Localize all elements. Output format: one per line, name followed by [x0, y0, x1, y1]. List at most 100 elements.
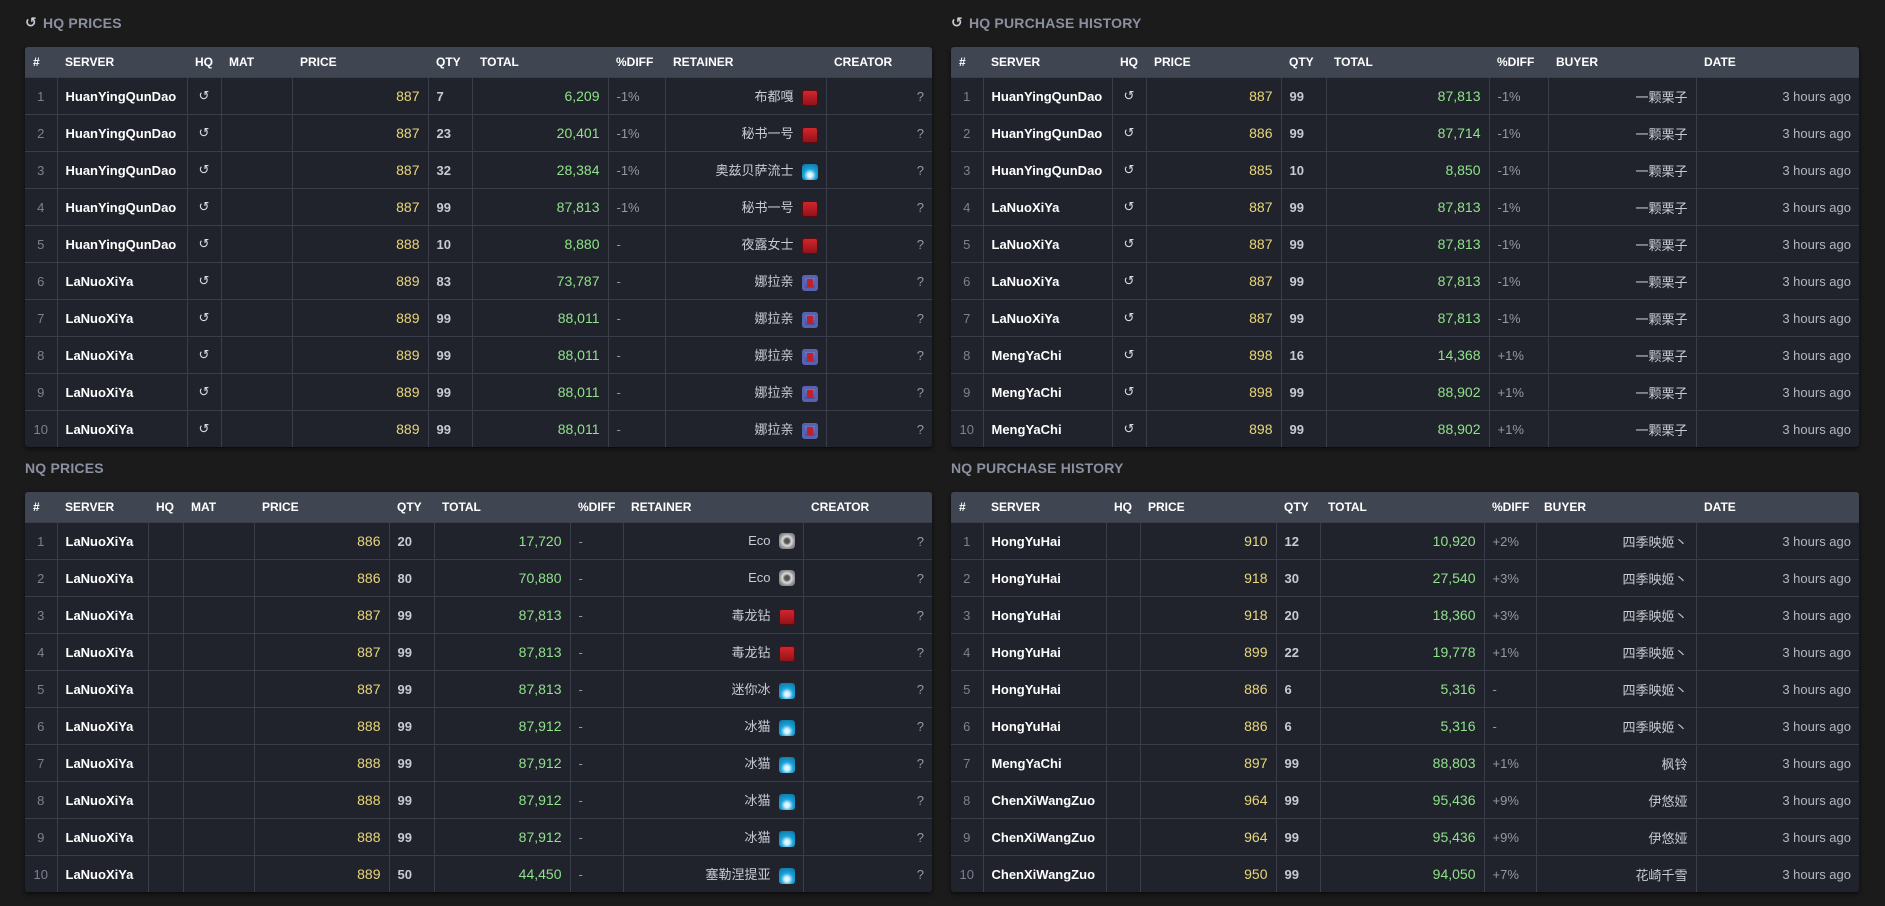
table-row[interactable]: 5 LaNuoXiYa ↺ 887 99 87,813 -1% 一颗栗子 3 hours ago — [951, 225, 1859, 263]
column-header-total[interactable]: TOTAL — [1326, 47, 1489, 78]
table-row[interactable]: 9 LaNuoXiYa 888 99 87,912- 冰猫? — [25, 818, 932, 856]
column-header-server[interactable]: SERVER — [983, 492, 1106, 523]
table-row[interactable]: 8 ChenXiWangZuo 964 99 95,436 +9% 伊悠娅 3 hours a… — [951, 781, 1859, 819]
table-row[interactable]: 6 LaNuoXiYa ↺ 889 83 73,787- 娜拉亲? — [25, 262, 932, 300]
cell-hq: ↺ — [186, 225, 221, 263]
cell-qty: 99 — [1280, 262, 1326, 300]
table-row[interactable]: 10 LaNuoXiYa 889 50 44,450- 塞勒涅提亚? — [25, 855, 932, 892]
table-row[interactable]: 4 HongYuHai 899 22 19,778 +1% 四季映姬丶 3 hours ago — [951, 633, 1859, 671]
column-header-mat[interactable]: MAT — [221, 47, 292, 78]
table-row[interactable]: 9 LaNuoXiYa ↺ 889 99 88,011- 娜拉亲? — [25, 373, 932, 411]
table-row[interactable]: 1 HuanYingQunDao ↺ 887 7 6,209 -1% 布都嘎? — [25, 77, 932, 115]
column-header-retainer[interactable]: RETAINER — [623, 492, 803, 523]
column-header-qty[interactable]: QTY — [389, 492, 434, 523]
column-header-total[interactable]: TOTAL — [1320, 492, 1484, 523]
cell-n: 2 — [25, 114, 57, 152]
cell-buyer: 一颗栗子 — [1547, 77, 1696, 115]
table-row[interactable]: 4 HuanYingQunDao ↺ 887 99 87,813 -1% 秘书一号? — [25, 188, 932, 226]
table-row[interactable]: 2 HuanYingQunDao ↺ 887 23 20,401 -1% 秘书一号? — [25, 114, 932, 152]
table-row[interactable]: 9 MengYaChi ↺ 898 99 88,902 +1% 一颗栗子 3 hours ago — [951, 373, 1859, 411]
column-header-hq[interactable]: HQ — [148, 492, 183, 523]
table-row[interactable]: 3 HongYuHai 918 20 18,360 +3% 四季映姬丶 3 hours ago — [951, 596, 1859, 634]
table-row[interactable]: 3 LaNuoXiYa 887 99 87,813- 毒龙钻? — [25, 596, 932, 634]
white-mage-class-icon — [778, 682, 795, 699]
table-row[interactable]: 6 HongYuHai 886 6 5,316- 四季映姬丶 3 hours ago — [951, 707, 1859, 745]
column-header-mat[interactable]: MAT — [183, 492, 254, 523]
table-row[interactable]: 2 HongYuHai 918 30 27,540 +3% 四季映姬丶 3 hours ago — [951, 559, 1859, 597]
column-header-total[interactable]: TOTAL — [434, 492, 570, 523]
column-header-total[interactable]: TOTAL — [472, 47, 608, 78]
table-row[interactable]: 7 LaNuoXiYa 888 99 87,912- 冰猫? — [25, 744, 932, 782]
column-header-date[interactable]: DATE — [1696, 47, 1859, 78]
column-header-n[interactable]: # — [25, 47, 57, 78]
table-row[interactable]: 9 ChenXiWangZuo 964 99 95,436 +9% 伊悠娅 3 hours a… — [951, 818, 1859, 856]
white-mage-class-icon — [801, 163, 818, 180]
cell-price: 899 — [1139, 633, 1276, 671]
table-row[interactable]: 2 HuanYingQunDao ↺ 886 99 87,714 -1% 一颗栗子 3 hour… — [951, 114, 1859, 152]
column-header-n[interactable]: # — [25, 492, 57, 523]
cell-qty: 99 — [427, 410, 472, 447]
cell-server: HuanYingQunDao — [982, 151, 1112, 189]
column-header-qty[interactable]: QTY — [428, 47, 472, 78]
column-header-price[interactable]: PRICE — [292, 47, 428, 78]
column-header-date[interactable]: DATE — [1696, 492, 1859, 523]
cell-creator: ? — [825, 373, 932, 411]
column-header-price[interactable]: PRICE — [1146, 47, 1281, 78]
table-row[interactable]: 2 LaNuoXiYa 886 80 70,880- Eco? — [25, 559, 932, 597]
column-header-n[interactable]: # — [951, 492, 983, 523]
column-header-diff[interactable]: %DIFF — [1489, 47, 1548, 78]
column-header-price[interactable]: PRICE — [254, 492, 389, 523]
table-row[interactable]: 10 ChenXiWangZuo 950 99 94,050 +7% 花崎千雪 3 hours… — [951, 855, 1859, 892]
table-row[interactable]: 3 HuanYingQunDao ↺ 885 10 8,850 -1% 一颗栗子 3 hours… — [951, 151, 1859, 189]
cell-total: 8,880 — [471, 225, 608, 263]
arcanist-class-icon — [801, 311, 818, 328]
column-header-hq[interactable]: HQ — [1112, 47, 1146, 78]
table-row[interactable]: 7 MengYaChi 897 99 88,803 +1% 枫铃 3 hours ago — [951, 744, 1859, 782]
table-row[interactable]: 8 MengYaChi ↺ 898 16 14,368 +1% 一颗栗子 3 hours ago — [951, 336, 1859, 374]
table-row[interactable]: 5 LaNuoXiYa 887 99 87,813- 迷你冰? — [25, 670, 932, 708]
column-header-diff[interactable]: %DIFF — [608, 47, 665, 78]
table-row[interactable]: 10 MengYaChi ↺ 898 99 88,902 +1% 一颗栗子 3 hours ag… — [951, 410, 1859, 447]
table-row[interactable]: 4 LaNuoXiYa ↺ 887 99 87,813 -1% 一颗栗子 3 hours ago — [951, 188, 1859, 226]
column-header-qty[interactable]: QTY — [1276, 492, 1320, 523]
column-header-qty[interactable]: QTY — [1281, 47, 1326, 78]
cell-price: 888 — [253, 707, 389, 745]
table-row[interactable]: 3 HuanYingQunDao ↺ 887 32 28,384 -1% 奥兹贝萨流士? — [25, 151, 932, 189]
table-row[interactable]: 8 LaNuoXiYa ↺ 889 99 88,011- 娜拉亲? — [25, 336, 932, 374]
cell-n: 8 — [25, 336, 57, 374]
column-header-hq[interactable]: HQ — [187, 47, 221, 78]
column-header-creator[interactable]: CREATOR — [803, 492, 932, 523]
table-row[interactable]: 1 HuanYingQunDao ↺ 887 99 87,813 -1% 一颗栗子 3 hour… — [951, 77, 1859, 115]
table-row[interactable]: 8 LaNuoXiYa 888 99 87,912- 冰猫? — [25, 781, 932, 819]
cell-total: 87,813 — [1325, 299, 1489, 337]
cell-mat — [220, 188, 292, 226]
table-row[interactable]: 7 LaNuoXiYa ↺ 887 99 87,813 -1% 一颗栗子 3 hours ago — [951, 299, 1859, 337]
column-header-n[interactable]: # — [951, 47, 983, 78]
cell-price: 898 — [1145, 373, 1281, 411]
table-row[interactable]: 1 LaNuoXiYa 886 20 17,720- Eco? — [25, 522, 932, 560]
column-header-diff[interactable]: %DIFF — [1484, 492, 1536, 523]
column-header-retainer[interactable]: RETAINER — [665, 47, 826, 78]
column-header-server[interactable]: SERVER — [57, 47, 187, 78]
table-row[interactable]: 1 HongYuHai 910 12 10,920 +2% 四季映姬丶 3 hours ago — [951, 522, 1859, 560]
column-header-buyer[interactable]: BUYER — [1536, 492, 1696, 523]
table-row[interactable]: 4 LaNuoXiYa 887 99 87,813- 毒龙钻? — [25, 633, 932, 671]
table-row[interactable]: 6 LaNuoXiYa 888 99 87,912- 冰猫? — [25, 707, 932, 745]
column-header-server[interactable]: SERVER — [983, 47, 1112, 78]
table-row[interactable]: 10 LaNuoXiYa ↺ 889 99 88,011- 娜拉亲? — [25, 410, 932, 447]
cell-hq: ↺ — [1111, 188, 1146, 226]
cell-date: 3 hours ago — [1695, 188, 1859, 226]
cell-qty: 32 — [427, 151, 472, 189]
table-row[interactable]: 5 HuanYingQunDao ↺ 888 10 8,880- 夜露女士? — [25, 225, 932, 263]
column-header-server[interactable]: SERVER — [57, 492, 148, 523]
table-row[interactable]: 7 LaNuoXiYa ↺ 889 99 88,011- 娜拉亲? — [25, 299, 932, 337]
column-header-price[interactable]: PRICE — [1140, 492, 1276, 523]
table-row[interactable]: 5 HongYuHai 886 6 5,316- 四季映姬丶 3 hours ago — [951, 670, 1859, 708]
hq-icon: ↺ — [951, 14, 963, 30]
column-header-buyer[interactable]: BUYER — [1548, 47, 1696, 78]
column-header-creator[interactable]: CREATOR — [826, 47, 932, 78]
column-header-hq[interactable]: HQ — [1106, 492, 1140, 523]
table-row[interactable]: 6 LaNuoXiYa ↺ 887 99 87,813 -1% 一颗栗子 3 hours ago — [951, 262, 1859, 300]
cell-mat — [220, 299, 292, 337]
column-header-diff[interactable]: %DIFF — [570, 492, 623, 523]
